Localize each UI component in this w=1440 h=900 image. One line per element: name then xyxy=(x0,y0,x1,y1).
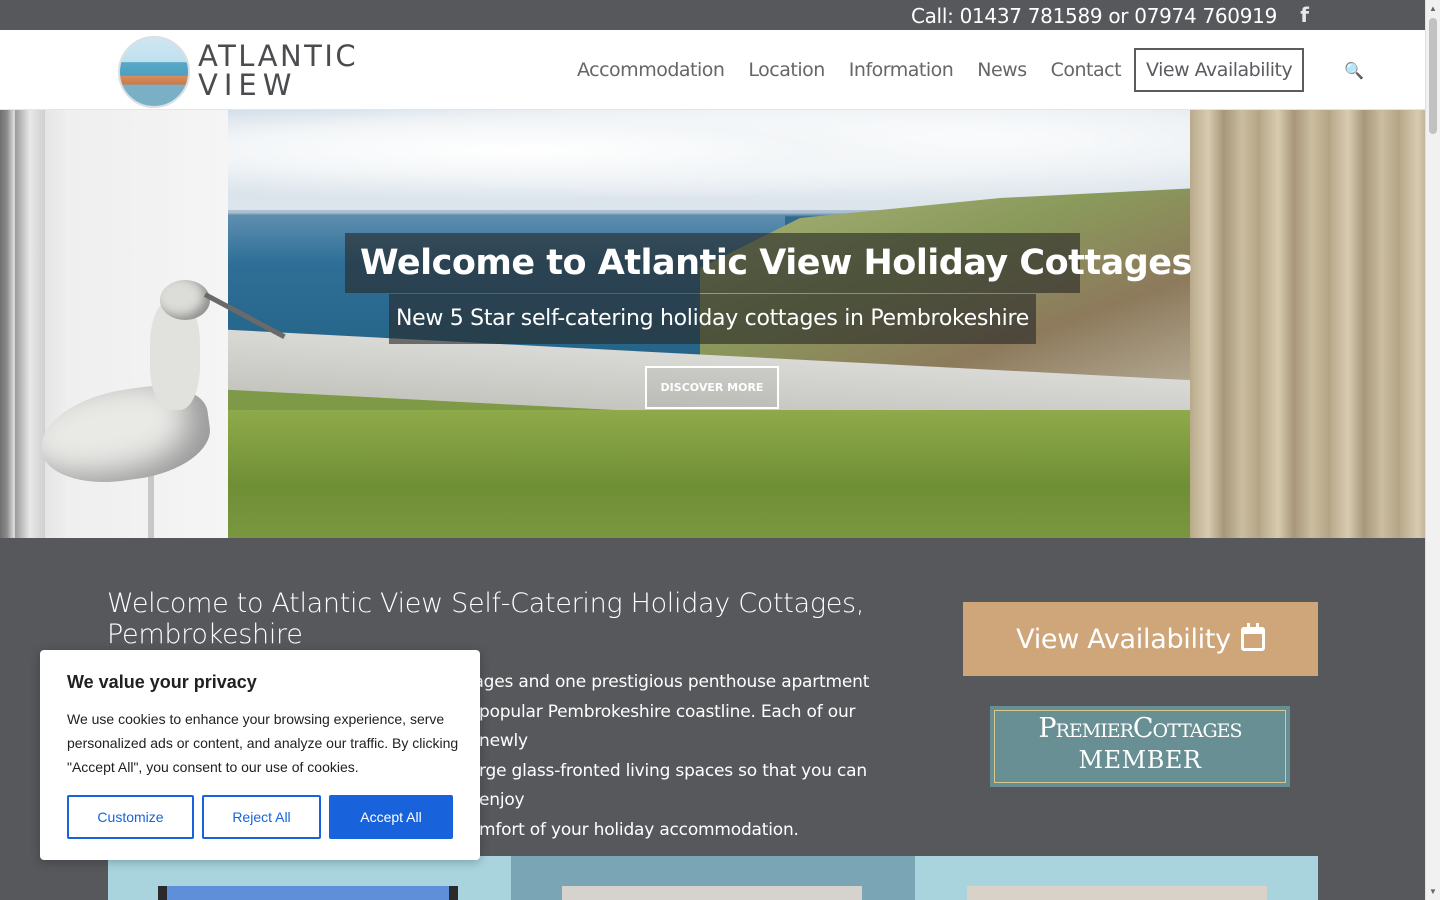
nav-item-location[interactable]: Location xyxy=(736,59,836,81)
cookie-reject-all-button[interactable]: Reject All xyxy=(202,795,321,839)
site-header: ATLANTIC VIEW Accommodation Location Inf… xyxy=(0,30,1425,110)
intro-title: Welcome to Atlantic View Self-Catering H… xyxy=(107,588,865,650)
premier-badge-inner: PremierCottages MEMBER xyxy=(994,710,1286,783)
hero-curtain xyxy=(1190,110,1425,538)
nav-view-availability-button[interactable]: View Availability xyxy=(1134,48,1305,92)
cookie-text: We use cookies to enhance your browsing … xyxy=(67,711,459,775)
cottage-tile[interactable] xyxy=(914,856,1318,900)
nav-item-information[interactable]: Information xyxy=(837,59,965,81)
logo-line-1: ATLANTIC xyxy=(198,39,359,73)
premier-badge-line-1: PremierCottages xyxy=(1038,713,1242,744)
logo-line-2: VIEW xyxy=(198,68,298,102)
hero-title: Welcome to Atlantic View Holiday Cottage… xyxy=(345,233,1192,293)
cottage-tile[interactable] xyxy=(511,856,915,900)
view-availability-cta-button[interactable]: View Availability xyxy=(963,602,1318,676)
cottage-tile-image xyxy=(562,886,863,900)
cottage-tile-image xyxy=(158,886,458,900)
premier-badge-line-2: MEMBER xyxy=(1078,746,1202,774)
nav-item-news[interactable]: News xyxy=(965,59,1038,81)
calendar-icon xyxy=(1240,623,1265,651)
page-scrollbar[interactable]: ▲ ▼ xyxy=(1425,0,1440,900)
cottage-tiles xyxy=(108,856,1318,900)
logo-emblem xyxy=(118,36,190,108)
scrollbar-thumb[interactable] xyxy=(1429,18,1437,134)
nav-item-contact[interactable]: Contact xyxy=(1039,59,1133,81)
cottage-tile-image xyxy=(966,886,1267,900)
cookie-customize-button[interactable]: Customize xyxy=(67,795,194,839)
phone-numbers[interactable]: Call: 01437 781589 or 07974 760919 xyxy=(911,4,1277,28)
site-logo[interactable]: ATLANTIC VIEW xyxy=(118,34,358,108)
hero-window-frame xyxy=(15,110,45,538)
cta-label: View Availability xyxy=(1016,623,1231,655)
cookie-accept-all-button[interactable]: Accept All xyxy=(329,795,453,839)
hero-sky xyxy=(225,110,1195,210)
cookie-title: We value your privacy xyxy=(67,672,257,692)
bird-ornament-head xyxy=(160,280,210,320)
discover-more-button[interactable]: DISCOVER MORE xyxy=(645,366,779,409)
premier-cottages-badge[interactable]: PremierCottages MEMBER xyxy=(990,706,1290,787)
cookie-consent-dialog: We value your privacy We use cookies to … xyxy=(40,650,480,860)
top-bar: Call: 01437 781589 or 07974 760919 f xyxy=(0,0,1425,30)
hero-lawn xyxy=(225,410,1195,538)
scroll-down-arrow-icon[interactable]: ▼ xyxy=(1429,887,1437,896)
hero-banner: Welcome to Atlantic View Holiday Cottage… xyxy=(0,110,1425,538)
search-icon[interactable]: 🔍 xyxy=(1332,61,1375,80)
cottage-tile[interactable] xyxy=(108,856,512,900)
nav-item-accommodation[interactable]: Accommodation xyxy=(565,59,736,81)
facebook-icon[interactable]: f xyxy=(1300,3,1309,27)
hero-subtitle: New 5 Star self-catering holiday cottage… xyxy=(389,294,1036,344)
scroll-up-arrow-icon[interactable]: ▲ xyxy=(1429,4,1437,13)
main-nav: Accommodation Location Information News … xyxy=(565,48,1376,92)
logo-text: ATLANTIC VIEW xyxy=(198,42,358,100)
bird-ornament-leg xyxy=(148,475,154,538)
